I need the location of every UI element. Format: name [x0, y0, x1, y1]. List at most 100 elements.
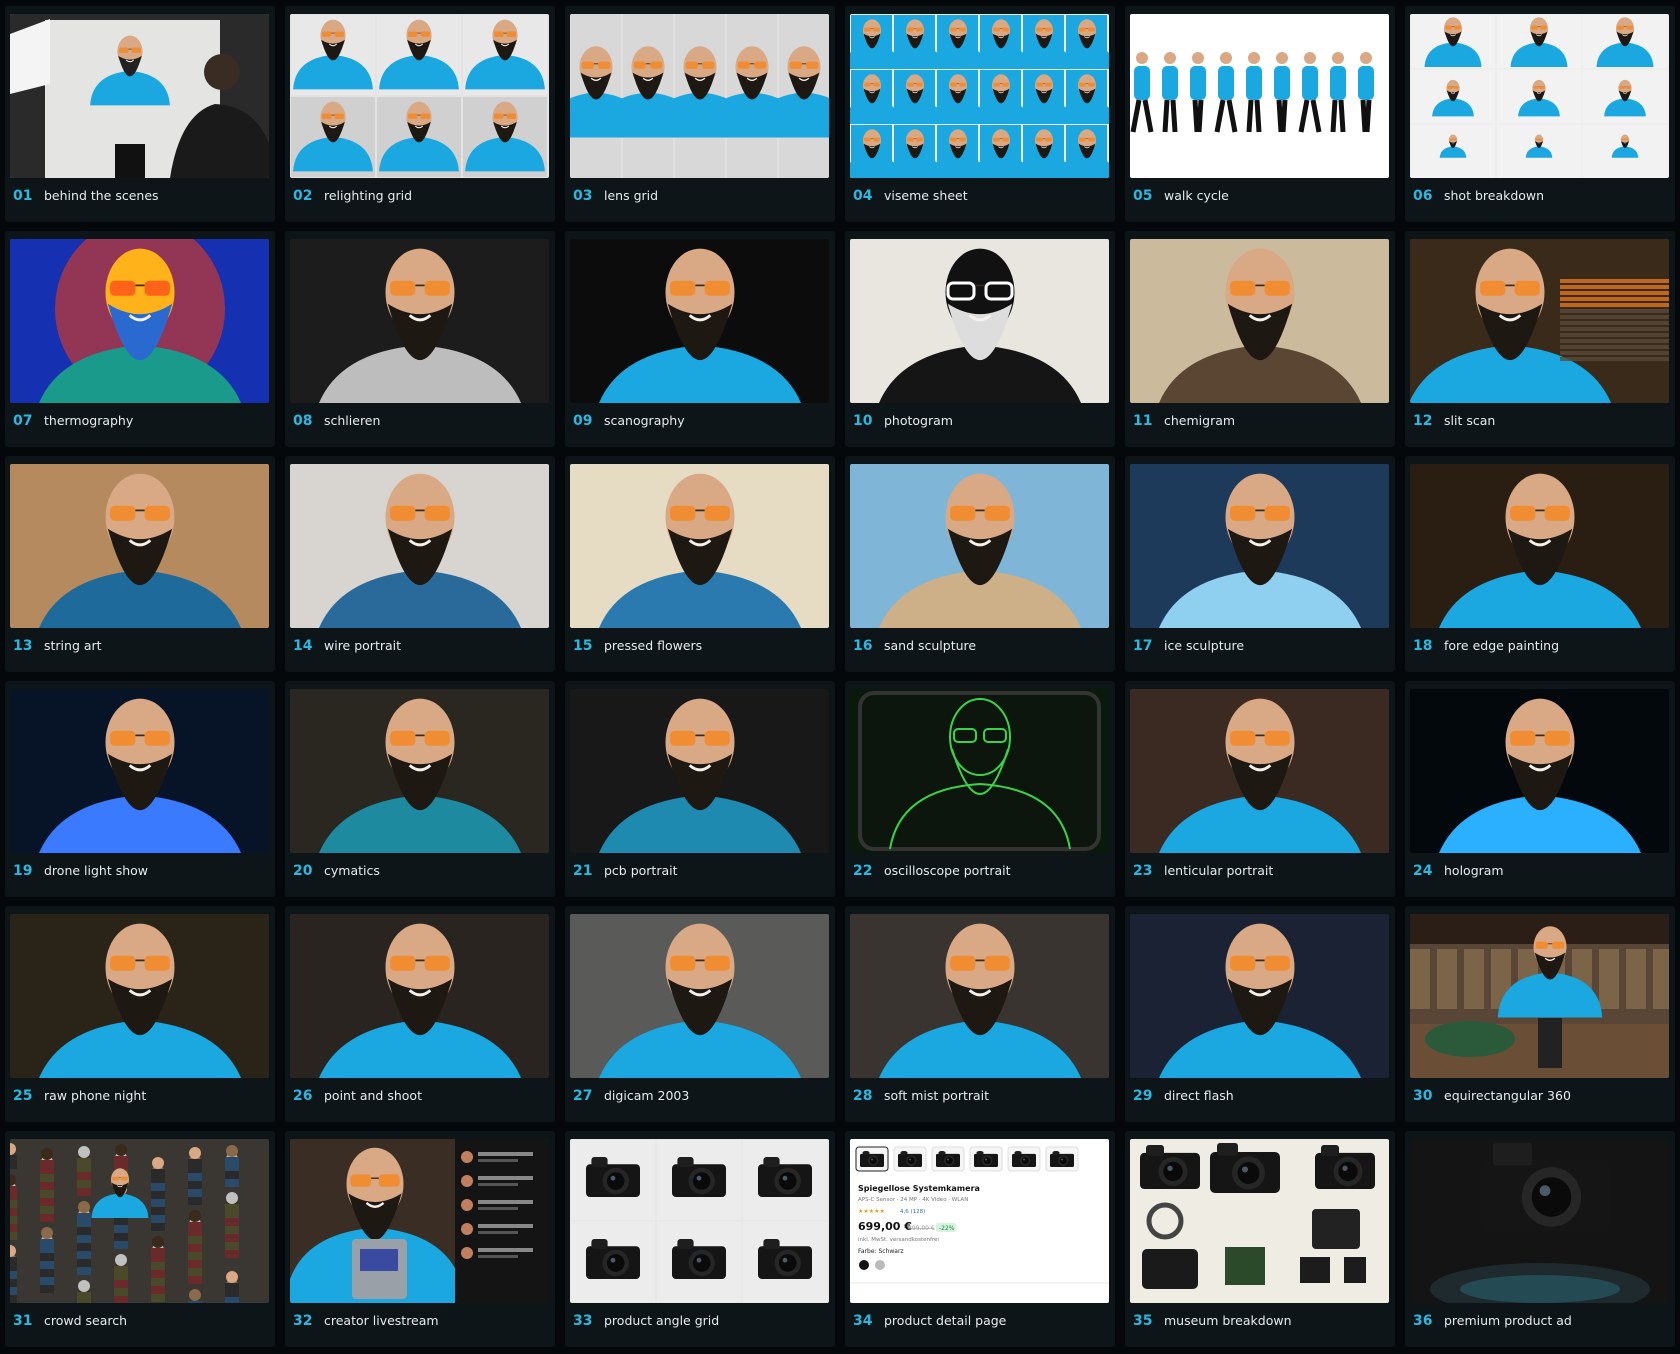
- shop-rating: 4,6 (128): [900, 1209, 925, 1215]
- gallery-card[interactable]: 33 product angle grid: [565, 1131, 835, 1347]
- gallery-card[interactable]: 08 schlieren: [285, 231, 555, 447]
- crowd-thumbnail[interactable]: [10, 1139, 269, 1303]
- hologram-portrait-thumbnail[interactable]: [1410, 689, 1669, 853]
- gallery-card[interactable]: 23 lenticular portrait: [1125, 681, 1395, 897]
- gallery-card[interactable]: 13 string art: [5, 456, 275, 672]
- shop-price: 699,00 €: [858, 1220, 912, 1233]
- portrait-image: [10, 914, 269, 1078]
- card-label: creator livestream: [324, 1313, 439, 1328]
- card-caption: 29 direct flash: [1133, 1088, 1234, 1108]
- gallery-card[interactable]: 30 equirectangular 360: [1405, 906, 1675, 1122]
- card-caption: 32 creator livestream: [293, 1313, 439, 1333]
- camera-grid-thumbnail[interactable]: [570, 1139, 829, 1303]
- circuit-portrait-thumbnail[interactable]: [570, 689, 829, 853]
- card-label: product angle grid: [604, 1313, 720, 1328]
- gallery-card[interactable]: 20 cymatics: [285, 681, 555, 897]
- book-portrait-image: [1410, 464, 1669, 628]
- gallery-card[interactable]: 12 slit scan: [1405, 231, 1675, 447]
- portrait-grid-thumbnail[interactable]: [290, 14, 549, 178]
- sand-portrait-image: [850, 464, 1109, 628]
- flower-portrait-thumbnail[interactable]: [570, 464, 829, 628]
- card-label: cymatics: [324, 863, 380, 878]
- wire-portrait-thumbnail[interactable]: [290, 464, 549, 628]
- card-number: 11: [1133, 413, 1153, 429]
- gallery-card[interactable]: Spiegellose Systemkamera APS-C Sensor · 2…: [845, 1131, 1115, 1347]
- gallery-card[interactable]: 01 behind the scenes: [5, 6, 275, 222]
- portrait-thumbnail[interactable]: [10, 914, 269, 1078]
- portrait-thumbnail[interactable]: [570, 914, 829, 1078]
- livestream-image: [290, 1139, 549, 1303]
- gallery-card[interactable]: 19 drone light show: [5, 681, 275, 897]
- gallery-card[interactable]: 06 shot breakdown: [1405, 6, 1675, 222]
- gallery-card[interactable]: 24 hologram: [1405, 681, 1675, 897]
- panorama-thumbnail[interactable]: [1410, 914, 1669, 1078]
- gallery-card[interactable]: 09 scanography: [565, 231, 835, 447]
- card-label: pressed flowers: [604, 638, 703, 653]
- portrait-sheet-thumbnail[interactable]: [850, 14, 1109, 178]
- gallery-card[interactable]: 21 pcb portrait: [565, 681, 835, 897]
- camera-ad-thumbnail[interactable]: [1410, 1139, 1669, 1303]
- silhouette-portrait-thumbnail[interactable]: [850, 239, 1109, 403]
- card-label: slit scan: [1444, 413, 1496, 428]
- walking-figures-thumbnail[interactable]: [1130, 14, 1389, 178]
- gallery-card[interactable]: 35 museum breakdown: [1125, 1131, 1395, 1347]
- card-label: product detail page: [884, 1313, 1007, 1328]
- gallery-card[interactable]: 14 wire portrait: [285, 456, 555, 672]
- gallery-card[interactable]: 26 point and shoot: [285, 906, 555, 1122]
- portrait-row-thumbnail[interactable]: [570, 14, 829, 178]
- gallery-card[interactable]: 16 sand sculpture: [845, 456, 1115, 672]
- card-label: direct flash: [1164, 1088, 1234, 1103]
- portrait-thumbnail[interactable]: [1130, 689, 1389, 853]
- sand-portrait-thumbnail[interactable]: [850, 464, 1109, 628]
- gallery-card[interactable]: 17 ice sculpture: [1125, 456, 1395, 672]
- dots-portrait-thumbnail[interactable]: [10, 689, 269, 853]
- gallery-card[interactable]: 15 pressed flowers: [565, 456, 835, 672]
- portrait-thumbnail[interactable]: [850, 914, 1109, 1078]
- gallery-card[interactable]: 29 direct flash: [1125, 906, 1395, 1122]
- shot-grid-thumbnail[interactable]: [1410, 14, 1669, 178]
- gallery-card[interactable]: 05 walk cycle: [1125, 6, 1395, 222]
- gallery-card[interactable]: 22 oscilloscope portrait: [845, 681, 1115, 897]
- string-portrait-thumbnail[interactable]: [10, 464, 269, 628]
- portrait-thumbnail[interactable]: [290, 914, 549, 1078]
- card-caption: 07 thermography: [13, 413, 133, 433]
- card-caption: 15 pressed flowers: [573, 638, 702, 658]
- gallery-card[interactable]: 07 thermography: [5, 231, 275, 447]
- gallery-card[interactable]: 02 relighting grid: [285, 6, 555, 222]
- gallery-card[interactable]: 04 viseme sheet: [845, 6, 1115, 222]
- shop-page-thumbnail[interactable]: Spiegellose Systemkamera APS-C Sensor · 2…: [850, 1139, 1109, 1303]
- scope-portrait-thumbnail[interactable]: [850, 689, 1109, 853]
- gallery-card[interactable]: 31 crowd search: [5, 1131, 275, 1347]
- portrait-thumbnail[interactable]: [1130, 914, 1389, 1078]
- portrait-thumbnail[interactable]: [570, 239, 829, 403]
- book-portrait-thumbnail[interactable]: [1410, 464, 1669, 628]
- portrait-grid-image: [290, 14, 549, 178]
- gallery-card[interactable]: 32 creator livestream: [285, 1131, 555, 1347]
- card-caption: 08 schlieren: [293, 413, 380, 433]
- crowd-image: [10, 1139, 269, 1303]
- gallery-card[interactable]: 18 fore edge painting: [1405, 456, 1675, 672]
- ice-portrait-thumbnail[interactable]: [1130, 464, 1389, 628]
- card-number: 28: [853, 1088, 873, 1104]
- gallery-card[interactable]: 03 lens grid: [565, 6, 835, 222]
- portrait-thumbnail[interactable]: [1410, 239, 1669, 403]
- studio-photo-thumbnail[interactable]: [10, 14, 269, 178]
- gallery-card[interactable]: 10 photogram: [845, 231, 1115, 447]
- card-label: drone light show: [44, 863, 149, 878]
- livestream-thumbnail[interactable]: [290, 1139, 549, 1303]
- thermal-portrait-thumbnail[interactable]: [10, 239, 269, 403]
- flower-portrait-image: [570, 464, 829, 628]
- gallery-card[interactable]: 36 premium product ad: [1405, 1131, 1675, 1347]
- card-number: 14: [293, 638, 313, 654]
- pattern-portrait-thumbnail[interactable]: [290, 689, 549, 853]
- camera-parts-thumbnail[interactable]: [1130, 1139, 1389, 1303]
- gallery-card[interactable]: 25 raw phone night: [5, 906, 275, 1122]
- card-caption: 16 sand sculpture: [853, 638, 976, 658]
- gallery-card[interactable]: 11 chemigram: [1125, 231, 1395, 447]
- card-number: 07: [13, 413, 33, 429]
- gallery-card[interactable]: 27 digicam 2003: [565, 906, 835, 1122]
- card-caption: 11 chemigram: [1133, 413, 1235, 433]
- mono-portrait-thumbnail[interactable]: [290, 239, 549, 403]
- gallery-card[interactable]: 28 soft mist portrait: [845, 906, 1115, 1122]
- sepia-portrait-thumbnail[interactable]: [1130, 239, 1389, 403]
